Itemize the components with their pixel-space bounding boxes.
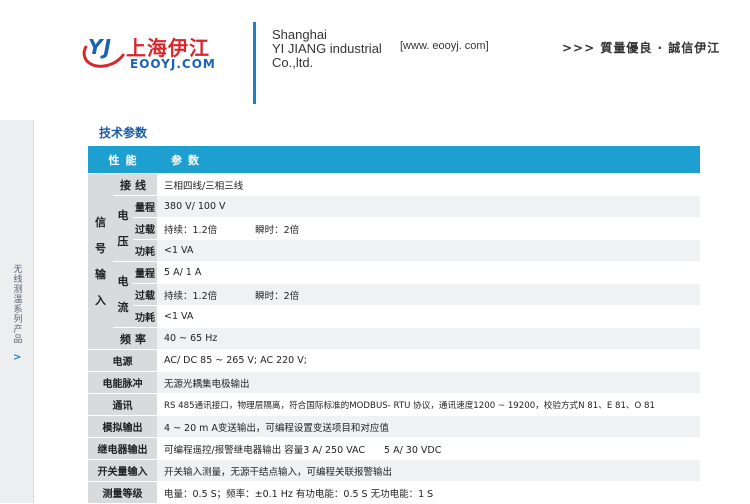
energy-pulse-label: 电能脉冲 [88, 371, 157, 394]
table-row: 电流 量程 5 A/ 1 A [88, 261, 700, 328]
company-name: Shanghai YI JIANG industrial Co.,ltd. [272, 28, 382, 70]
wiring-label: 接线 [113, 173, 157, 196]
table-row: 测量等级 电量：0.5 S；频率：±0.1 Hz 有功电能：0.5 S 无功电能… [88, 481, 700, 504]
table-row: 电源 AC/ DC 85 ~ 265 V; AC 220 V; [88, 349, 700, 372]
slogan: >>> 質量優良 · 誠信伊江 [562, 41, 721, 55]
logo-mark-text: YJ [88, 35, 112, 59]
table-row: 电能脉冲 无源光耦集电极输出 [88, 371, 700, 394]
switch-input-label: 开关量输入 [88, 459, 157, 482]
accuracy-class-label: 测量等级 [88, 481, 157, 504]
accuracy-class-value: 电量：0.5 S；频率：±0.1 Hz 有功电能：0.5 S 无功电能：1 S [157, 481, 700, 504]
current-overload-instant: 瞬时：2倍 [255, 290, 300, 302]
table-row: 模拟输出 4 ~ 20 m A变送输出，可编程设置变送项目和对应值 [88, 415, 700, 438]
table-row: 信号输入 接线 三相四线/三相三线 [88, 173, 700, 350]
voltage-range-label: 量程 [133, 195, 157, 218]
voltage-overload-label: 过载 [133, 217, 157, 240]
current-label: 电流 [113, 261, 133, 328]
communication-value: RS 485通讯接口，物理层隔离，符合国际标准的MODBUS- RTU 协议，通… [157, 393, 700, 416]
voltage-overload-continuous: 持续：1.2倍 [164, 224, 218, 236]
frequency-value: 40 ~ 65 Hz [157, 327, 700, 350]
communication-label: 通讯 [88, 393, 157, 416]
sidebar-tab[interactable]: 无线测温系列产品 > [0, 120, 34, 503]
current-power-value: <1 VA [157, 305, 700, 328]
switch-input-value: 开关输入测量，无源干结点输入，可编程关联报警输出 [157, 459, 700, 482]
voltage-range-value: 380 V/ 100 V [157, 195, 700, 218]
energy-pulse-value: 无源光耦集电极输出 [157, 371, 700, 394]
current-overload-continuous: 持续：1.2倍 [164, 290, 218, 302]
table-row: 频率 40 ~ 65 Hz [88, 327, 700, 350]
company-line-2: YI JIANG industrial [272, 41, 382, 56]
power-supply-value: AC/ DC 85 ~ 265 V; AC 220 V; [157, 349, 700, 372]
analog-output-label: 模拟输出 [88, 415, 157, 438]
table-row: 开关量输入 开关输入测量，无源干结点输入，可编程关联报警输出 [88, 459, 700, 482]
voltage-overload-instant: 瞬时：2倍 [255, 224, 300, 236]
website-link[interactable]: [www. eooyj. com] [400, 40, 489, 52]
logo-domain: EOOYJ.COM [130, 57, 216, 71]
wiring-value: 三相四线/三相三线 [157, 173, 700, 196]
sidebar-arrow-icon: > [13, 352, 22, 363]
table-row: 通讯 RS 485通讯接口，物理层隔离，符合国际标准的MODBUS- RTU 协… [88, 393, 700, 416]
table-row: 功耗 <1 VA [88, 305, 700, 328]
table-row: 功耗 <1 VA [88, 239, 700, 262]
table-row: 电压 量程 380 V/ 100 V [88, 195, 700, 262]
section-title: 技术参数 [99, 126, 148, 140]
current-overload-value: 持续：1.2倍 瞬时：2倍 [157, 283, 700, 306]
company-logo-mark[interactable]: YJ [77, 26, 133, 74]
analog-output-value: 4 ~ 20 m A变送输出，可编程设置变送项目和对应值 [157, 415, 700, 438]
relay-output-value: 可编程遥控/报警继电器输出 容量3 A/ 250 VAC 5 A/ 30 VDC [157, 437, 700, 460]
signal-input-label: 信号输入 [88, 173, 113, 350]
sidebar-label: 无线测温系列产品 [13, 265, 23, 345]
voltage-power-label: 功耗 [133, 239, 157, 262]
power-supply-label: 电源 [88, 349, 157, 372]
signal-input-text: 信号输入 [95, 215, 106, 307]
table-row: 过载 持续：1.2倍 瞬时：2倍 [88, 217, 700, 240]
table-header-row: 性能 参数 [88, 146, 700, 174]
voltage-text: 电压 [117, 208, 129, 248]
frequency-label: 频率 [113, 327, 157, 350]
relay-output-label: 继电器输出 [88, 437, 157, 460]
current-power-label: 功耗 [133, 305, 157, 328]
header-parameter: 参数 [157, 146, 700, 174]
table-row: 过载 持续：1.2倍 瞬时：2倍 [88, 283, 700, 306]
company-line-3: Co.,ltd. [272, 55, 314, 70]
header-performance: 性能 [88, 146, 157, 174]
spec-table: 性能 参数 信号输入 接线 三相四线/三相三线 电压 量程 380 V/ 100… [88, 146, 700, 504]
company-line-1: Shanghai [272, 27, 327, 42]
voltage-label: 电压 [113, 195, 133, 262]
current-text: 电流 [117, 274, 129, 314]
voltage-overload-value: 持续：1.2倍 瞬时：2倍 [157, 217, 700, 240]
voltage-power-value: <1 VA [157, 239, 700, 262]
header-divider [253, 22, 256, 104]
current-range-value: 5 A/ 1 A [157, 261, 700, 284]
current-overload-label: 过载 [133, 283, 157, 306]
table-row: 继电器输出 可编程遥控/报警继电器输出 容量3 A/ 250 VAC 5 A/ … [88, 437, 700, 460]
current-range-label: 量程 [133, 261, 157, 284]
page-header: YJ 上海伊江 EOOYJ.COM Shanghai YI JIANG indu… [0, 0, 750, 110]
